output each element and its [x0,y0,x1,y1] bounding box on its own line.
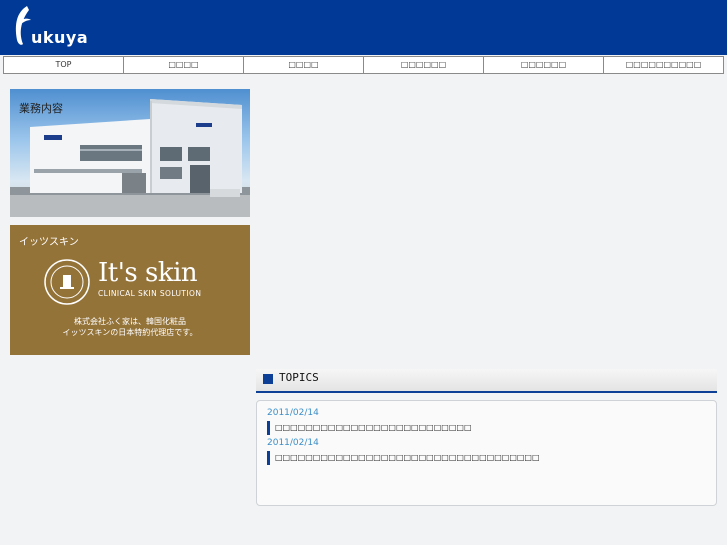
itsskin-tagline: CLINICAL SKIN SOLUTION [98,289,202,298]
topics-header: TOPICS [256,369,717,393]
nav-item-top[interactable]: TOP [4,57,124,73]
itsskin-logo: It's skin [98,258,198,288]
topic-date: 2011/02/14 [267,408,319,418]
banner-label-itsskin: イッツスキン [19,237,79,248]
banner-caption-1: 株式会社ふく家は、韓国化粧品 [74,317,186,326]
topic-link[interactable]: □□□□□□□□□□□□□□□□□□□□□□□□□□ [267,421,472,435]
nav-item-3[interactable]: □□□□ [244,57,364,73]
itsskin-banner[interactable]: イッツスキン It's skin CLINICAL SKIN SOLUTION … [10,225,250,355]
business-banner[interactable]: 業務内容 [10,89,250,217]
topics-list: 2011/02/14 □□□□□□□□□□□□□□□□□□□□□□□□□□ 20… [256,400,717,506]
main-nav: TOP □□□□ □□□□ □□□□□□ □□□□□□ □□□□□□□□□□ [3,56,724,74]
site-header: ukuya [0,0,727,55]
nav-item-6[interactable]: □□□□□□□□□□ [604,57,723,73]
banner-caption-2: イッツスキンの日本特約代理店です。 [62,328,198,337]
topic-date: 2011/02/14 [267,438,319,448]
itsskin-seal-icon [44,259,90,305]
topics-title: TOPICS [279,371,319,384]
nav-item-2[interactable]: □□□□ [124,57,244,73]
logo-wordmark: ukuya [31,28,89,47]
nav-item-5[interactable]: □□□□□□ [484,57,604,73]
topic-link[interactable]: □□□□□□□□□□□□□□□□□□□□□□□□□□□□□□□□□□□ [267,451,540,465]
fukuya-logo[interactable]: ukuya [9,4,99,50]
nav-item-4[interactable]: □□□□□□ [364,57,484,73]
square-bullet-icon [263,374,273,384]
banner-label-business: 業務内容 [19,102,63,115]
